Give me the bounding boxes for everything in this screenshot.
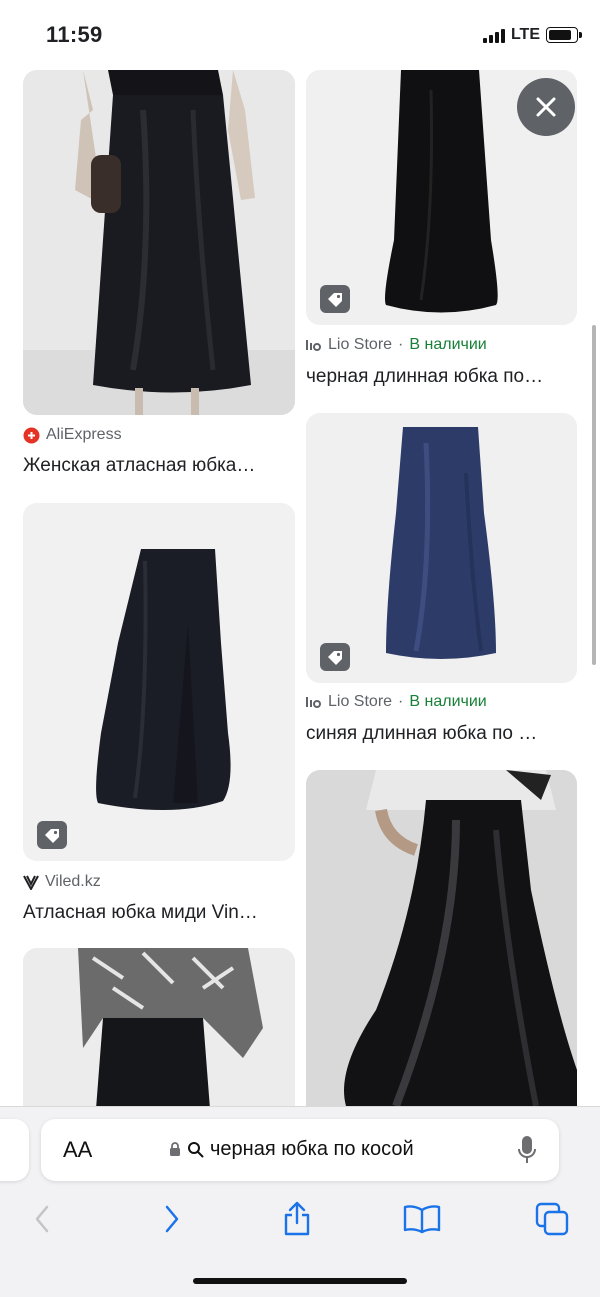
status-bar: 11:59 LTE — [0, 0, 600, 70]
skirt-photo — [23, 503, 295, 861]
result-title[interactable]: Женская атласная юбка… — [23, 455, 295, 477]
chevron-right-icon — [165, 1205, 179, 1233]
forward-button[interactable] — [150, 1197, 194, 1241]
source-name: Lio Store — [328, 693, 393, 710]
signal-icon — [482, 27, 505, 43]
home-indicator[interactable] — [193, 1278, 407, 1284]
address-text[interactable]: черная юбка по косой — [169, 1138, 414, 1161]
result-card[interactable]: Lio Store · В наличии синяя длинная юбка… — [306, 413, 577, 749]
share-button[interactable] — [275, 1197, 319, 1241]
result-card[interactable] — [306, 770, 577, 1106]
result-source[interactable]: Lio Store · В наличии — [306, 336, 487, 354]
source-name: AliExpress — [46, 426, 122, 443]
microphone-icon[interactable] — [517, 1135, 537, 1165]
skirt-photo — [23, 70, 295, 415]
lio-store-logo-icon — [306, 697, 321, 708]
shopping-tag-badge — [320, 643, 350, 671]
bookmarks-button[interactable] — [400, 1197, 444, 1241]
source-separator: · — [398, 336, 404, 353]
status-time: 11:59 — [46, 22, 103, 47]
result-title[interactable]: черная длинная юбка по… — [306, 366, 577, 388]
lio-store-logo-icon — [306, 340, 321, 351]
result-title[interactable]: Атласная юбка миди Vin… — [23, 902, 295, 924]
shopping-tag-badge — [37, 821, 67, 849]
search-icon — [188, 1142, 204, 1158]
lock-icon — [170, 1142, 180, 1156]
result-card[interactable] — [23, 948, 295, 1106]
price-tag-icon — [45, 829, 59, 843]
share-icon — [284, 1201, 310, 1236]
scrollbar[interactable] — [592, 325, 596, 665]
browser-toolbar — [0, 1197, 600, 1241]
aliexpress-logo-icon — [23, 427, 40, 443]
book-icon — [403, 1205, 441, 1234]
previous-tab-peek[interactable] — [0, 1119, 29, 1181]
battery-icon — [546, 27, 582, 43]
result-source[interactable]: Viled.kz — [23, 873, 101, 891]
source-name: Viled.kz — [45, 873, 101, 890]
skirt-photo — [306, 413, 577, 683]
search-query: черная юбка по косой — [210, 1138, 414, 1160]
chevron-left-icon — [35, 1205, 49, 1233]
result-source[interactable]: Lio Store · В наличии — [306, 693, 487, 711]
stock-status: В наличии — [409, 693, 487, 710]
viled-logo-icon — [23, 875, 39, 890]
source-separator: · — [398, 693, 404, 710]
text-size-button[interactable]: AA — [63, 1137, 92, 1163]
product-image[interactable] — [23, 503, 295, 861]
result-title[interactable]: синяя длинная юбка по … — [306, 723, 577, 745]
close-icon — [536, 97, 556, 117]
text-size-label: AA — [63, 1137, 93, 1162]
price-tag-icon — [328, 651, 342, 665]
back-button[interactable] — [20, 1197, 64, 1241]
browser-bottom-bar: AA черная юбка по косой — [0, 1106, 600, 1297]
product-image[interactable] — [306, 770, 577, 1106]
status-indicators: LTE — [482, 26, 582, 44]
skirt-photo — [23, 948, 295, 1106]
source-name: Lio Store — [328, 336, 393, 353]
product-image[interactable] — [23, 70, 295, 415]
image-results-grid: AliExpress Женская атласная юбка… Lio St… — [0, 70, 600, 1106]
tabs-icon — [535, 1202, 569, 1236]
product-image[interactable] — [23, 948, 295, 1106]
price-tag-icon — [328, 293, 342, 307]
stock-status: В наличии — [409, 336, 487, 353]
product-image[interactable] — [306, 413, 577, 683]
shopping-tag-badge — [320, 285, 350, 313]
result-card[interactable]: AliExpress Женская атласная юбка… — [23, 70, 295, 480]
address-bar[interactable]: AA черная юбка по косой — [41, 1119, 559, 1181]
network-type: LTE — [510, 26, 540, 43]
result-card[interactable]: Viled.kz Атласная юбка миди Vin… — [23, 503, 295, 928]
skirt-photo — [306, 770, 577, 1106]
close-button[interactable] — [517, 78, 575, 136]
result-source[interactable]: AliExpress — [23, 426, 122, 444]
tabs-button[interactable] — [530, 1197, 574, 1241]
